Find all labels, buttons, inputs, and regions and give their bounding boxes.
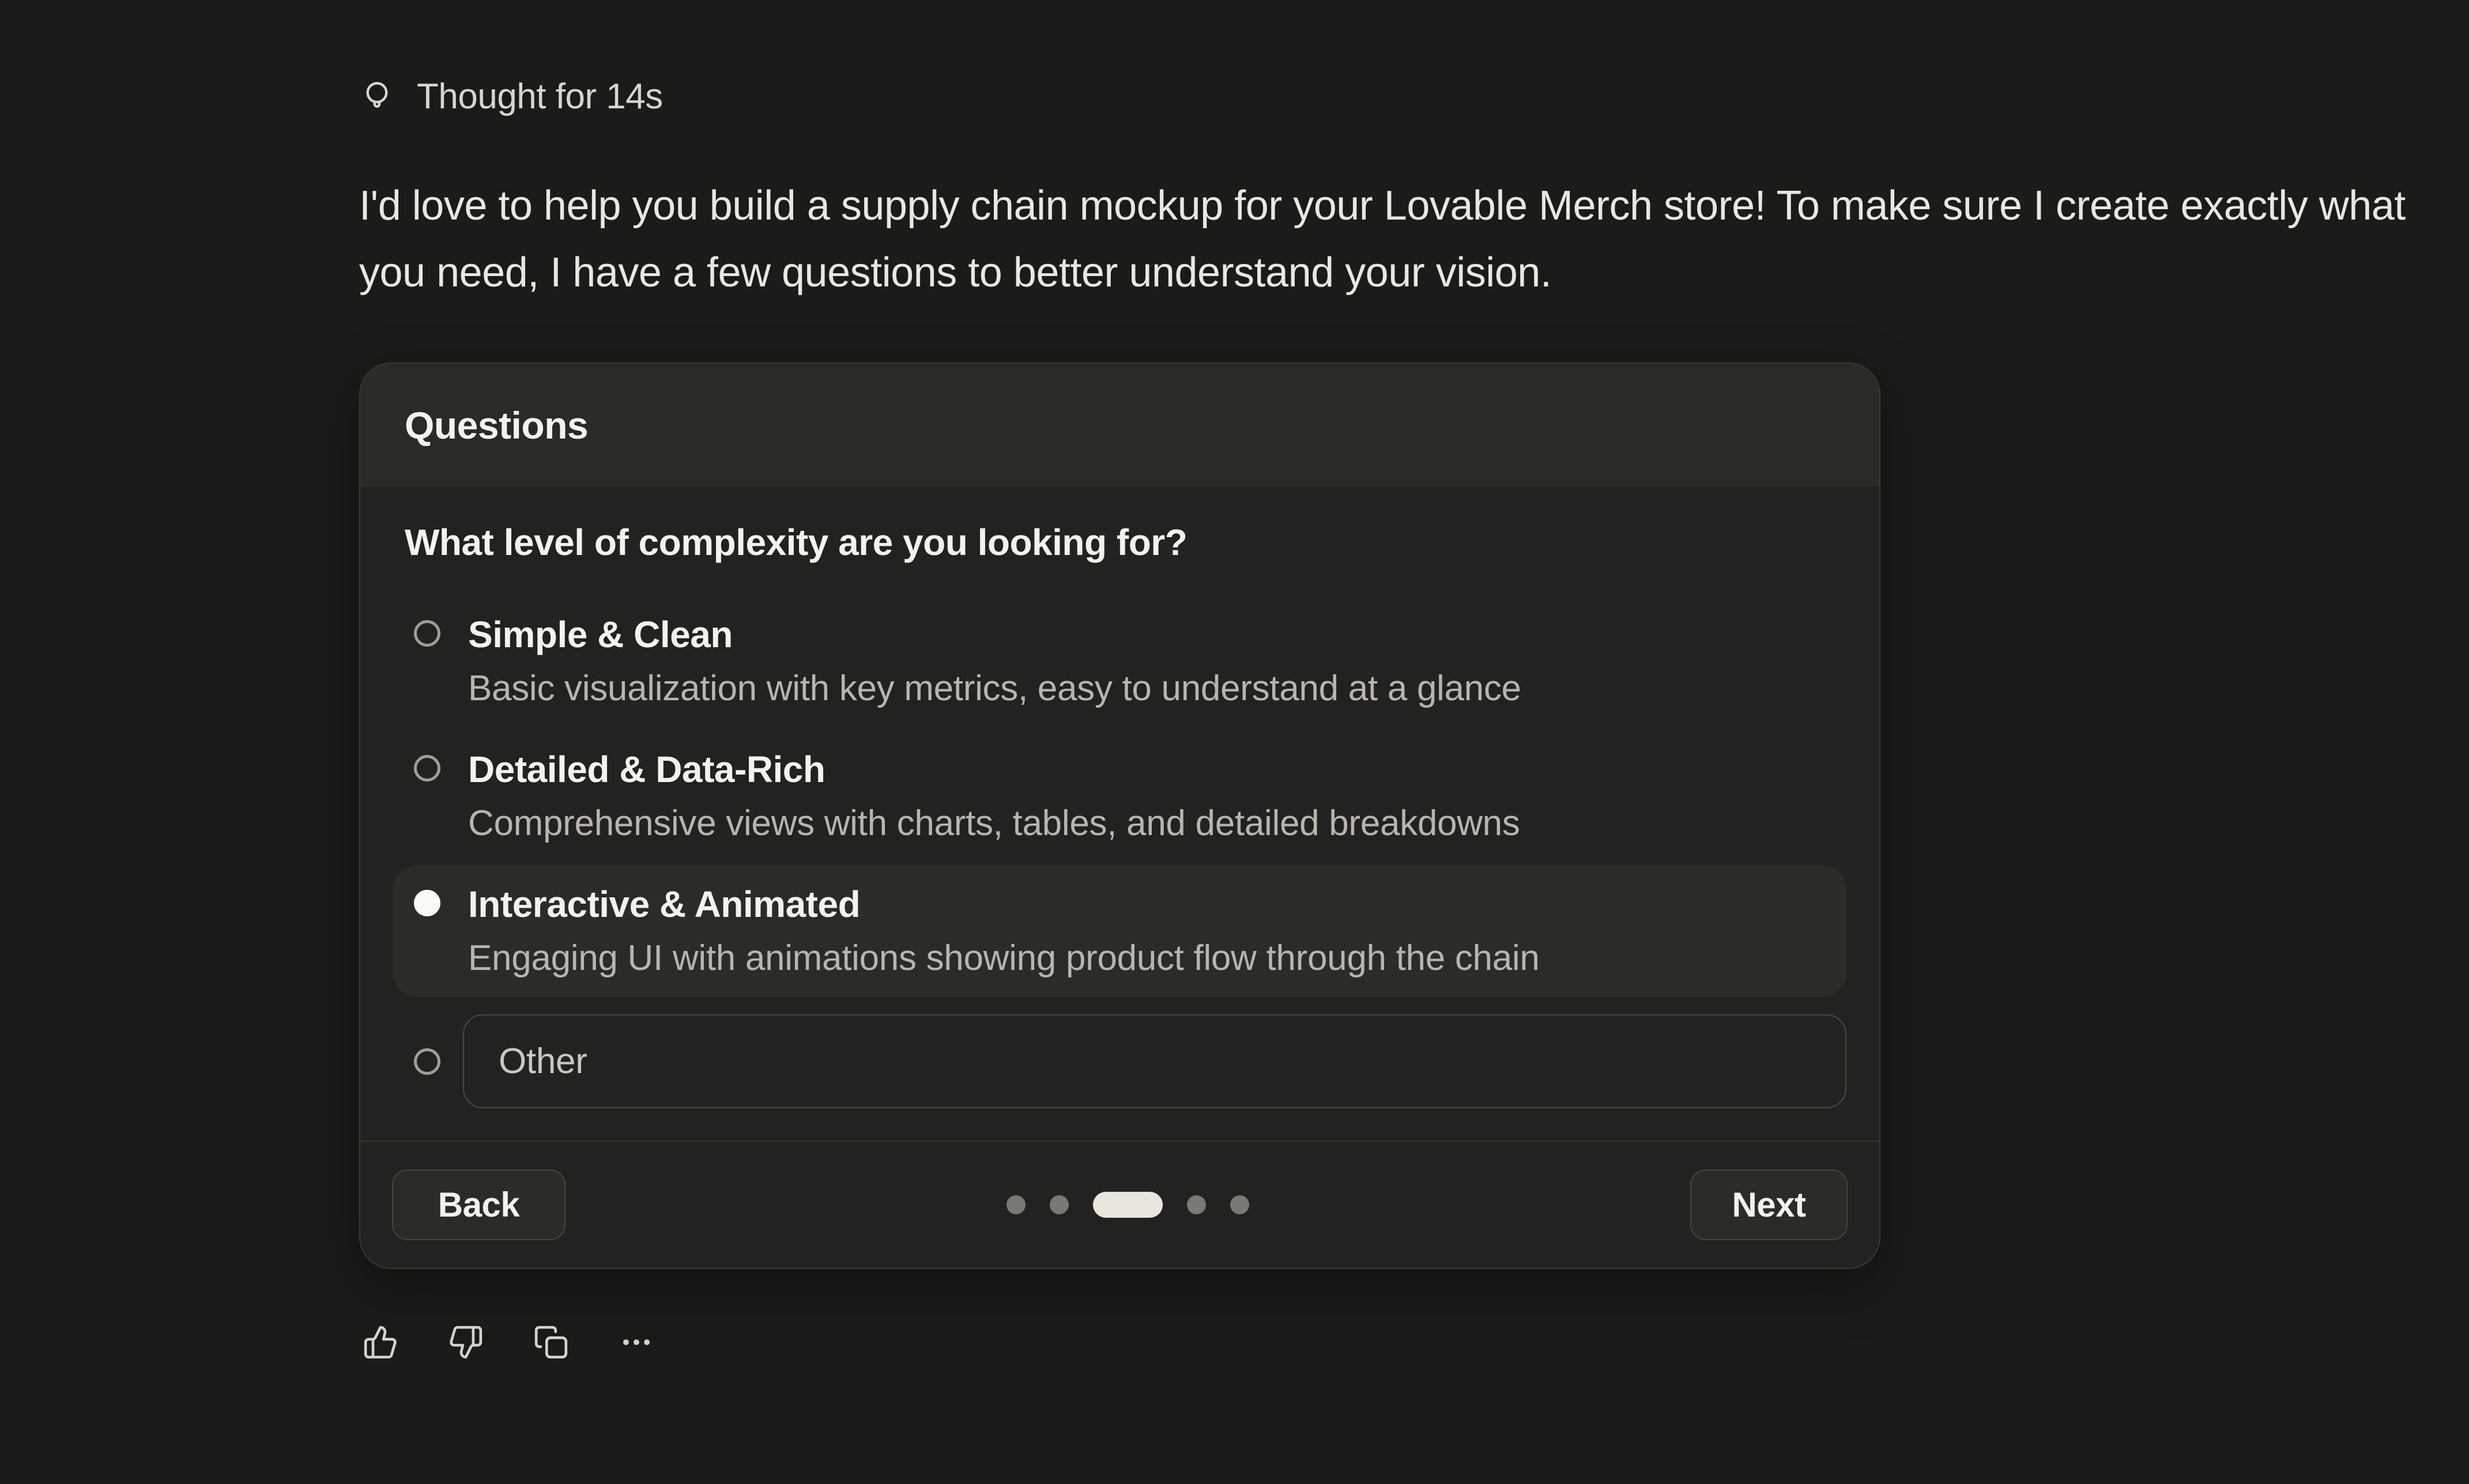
question-text: What level of complexity are you looking… xyxy=(405,521,1846,564)
option-row-simple-clean[interactable]: Simple & Clean Basic visualization with … xyxy=(393,596,1846,727)
option-row-other[interactable] xyxy=(393,1014,1846,1108)
option-label: Detailed & Data-Rich xyxy=(468,742,1520,796)
option-label: Interactive & Animated xyxy=(468,877,1540,931)
radio-icon[interactable] xyxy=(414,620,440,647)
thought-duration-label: Thought for 14s xyxy=(417,76,663,117)
questions-card-title: Questions xyxy=(405,403,588,447)
copy-button[interactable] xyxy=(533,1324,569,1360)
next-button[interactable]: Next xyxy=(1690,1169,1848,1240)
assistant-message-text: I'd love to help you build a supply chai… xyxy=(359,172,2446,306)
questions-card-footer: Back Next xyxy=(360,1141,1879,1268)
pagination-dot xyxy=(1230,1195,1249,1214)
option-row-interactive-animated[interactable]: Interactive & Animated Engaging UI with … xyxy=(393,866,1846,997)
back-button[interactable]: Back xyxy=(392,1169,566,1240)
radio-icon[interactable] xyxy=(414,755,440,781)
questions-card: Questions What level of complexity are y… xyxy=(359,362,1880,1269)
questions-card-header: Questions xyxy=(360,364,1879,486)
thumbs-up-icon xyxy=(363,1324,398,1360)
pagination-dot xyxy=(1007,1195,1026,1214)
option-text: Simple & Clean Basic visualization with … xyxy=(468,607,1521,716)
more-options-icon xyxy=(619,1324,654,1360)
thumbs-down-button[interactable] xyxy=(448,1324,484,1360)
thumbs-up-button[interactable] xyxy=(363,1324,398,1360)
thumbs-down-icon xyxy=(448,1324,484,1360)
other-option-input[interactable] xyxy=(463,1014,1846,1108)
radio-icon[interactable] xyxy=(414,1048,440,1075)
pagination-dot xyxy=(1050,1195,1069,1214)
more-options-button[interactable] xyxy=(619,1324,654,1360)
options-list: Simple & Clean Basic visualization with … xyxy=(393,596,1846,1108)
option-row-detailed-data-rich[interactable]: Detailed & Data-Rich Comprehensive views… xyxy=(393,731,1846,862)
pagination-dot-active xyxy=(1093,1192,1163,1218)
option-description: Engaging UI with animations showing prod… xyxy=(468,931,1540,985)
option-description: Comprehensive views with charts, tables,… xyxy=(468,796,1520,851)
message-actions-toolbar xyxy=(363,1324,2446,1360)
option-text: Interactive & Animated Engaging UI with … xyxy=(468,877,1540,985)
assistant-message-block: Thought for 14s I'd love to help you bui… xyxy=(359,76,2446,1360)
lightbulb-icon xyxy=(359,79,395,115)
pagination-dot xyxy=(1187,1195,1206,1214)
page: { "colors": { "page_bg": "#1b1b19", "car… xyxy=(0,0,2469,1484)
option-label: Simple & Clean xyxy=(468,607,1521,662)
thought-duration-toggle[interactable]: Thought for 14s xyxy=(359,76,2446,117)
pagination-dots xyxy=(1007,1192,1249,1218)
option-description: Basic visualization with key metrics, ea… xyxy=(468,662,1521,716)
option-text: Detailed & Data-Rich Comprehensive views… xyxy=(468,742,1520,851)
questions-card-body: What level of complexity are you looking… xyxy=(360,486,1879,1141)
radio-selected-icon[interactable] xyxy=(414,890,440,916)
copy-icon xyxy=(533,1324,569,1360)
